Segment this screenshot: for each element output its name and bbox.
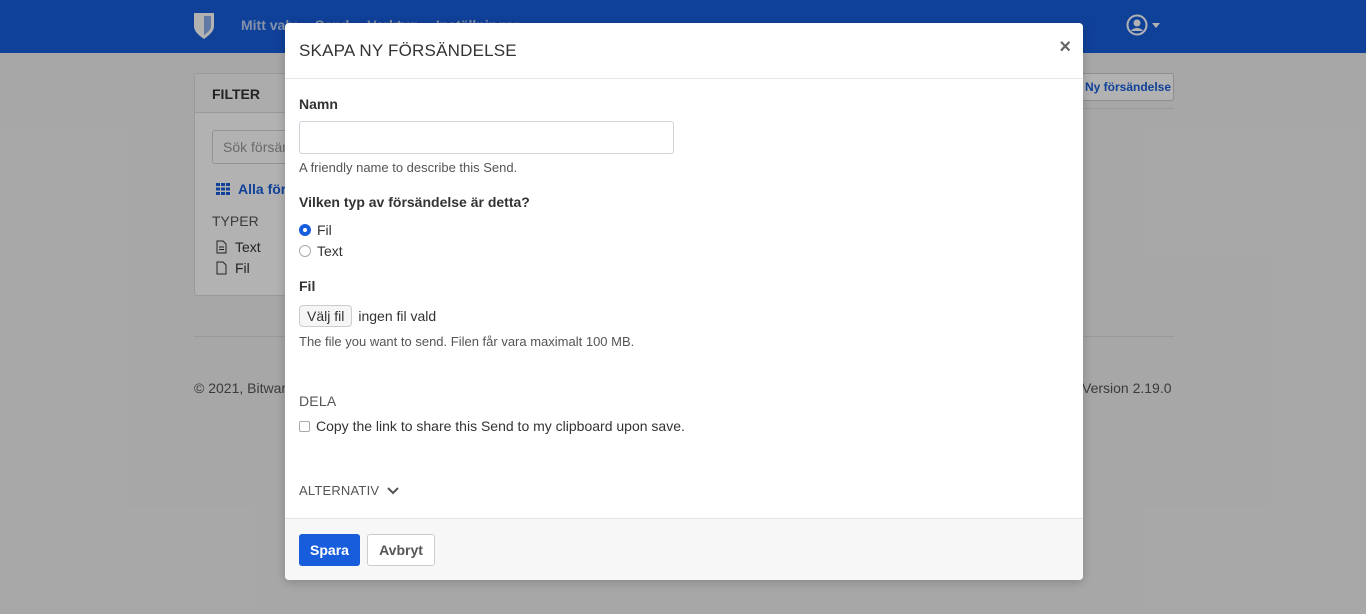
file-help-text: The file you want to send. Filen får var… [299,334,635,349]
type-option-text-label: Text [317,243,343,259]
radio-unchecked-icon[interactable] [299,245,311,257]
dialog-header: SKAPA NY FÖRSÄNDELSE × [285,23,1083,79]
chevron-down-icon [387,486,399,494]
save-button[interactable]: Spara [299,534,360,566]
copy-link-checkbox[interactable] [299,420,310,432]
radio-checked-icon[interactable] [299,224,311,236]
options-heading: ALTERNATIV [299,483,380,498]
copy-link-option[interactable]: Copy the link to share this Send to my c… [299,418,685,434]
name-label: Namn [299,96,338,112]
copy-link-label: Copy the link to share this Send to my c… [316,418,685,434]
file-label: Fil [299,278,316,294]
type-option-text[interactable]: Text [299,243,343,259]
file-status-text: ingen fil vald [358,308,437,324]
share-section-heading: DELA [299,393,337,409]
create-send-dialog: SKAPA NY FÖRSÄNDELSE × Namn A friendly n… [285,23,1083,580]
type-option-file[interactable]: Fil [299,222,332,238]
close-icon[interactable]: × [1059,37,1071,57]
options-toggle[interactable]: ALTERNATIV [299,483,399,498]
file-picker: Välj fil ingen fil vald [299,305,436,327]
name-input[interactable] [299,121,674,154]
dialog-title: SKAPA NY FÖRSÄNDELSE [299,41,517,60]
dialog-footer: Spara Avbryt [285,518,1083,580]
type-option-file-label: Fil [317,222,332,238]
name-help-text: A friendly name to describe this Send. [299,160,518,175]
cancel-button[interactable]: Avbryt [367,534,435,566]
type-question-label: Vilken typ av försändelse är detta? [299,194,530,210]
choose-file-button[interactable]: Välj fil [299,305,353,327]
